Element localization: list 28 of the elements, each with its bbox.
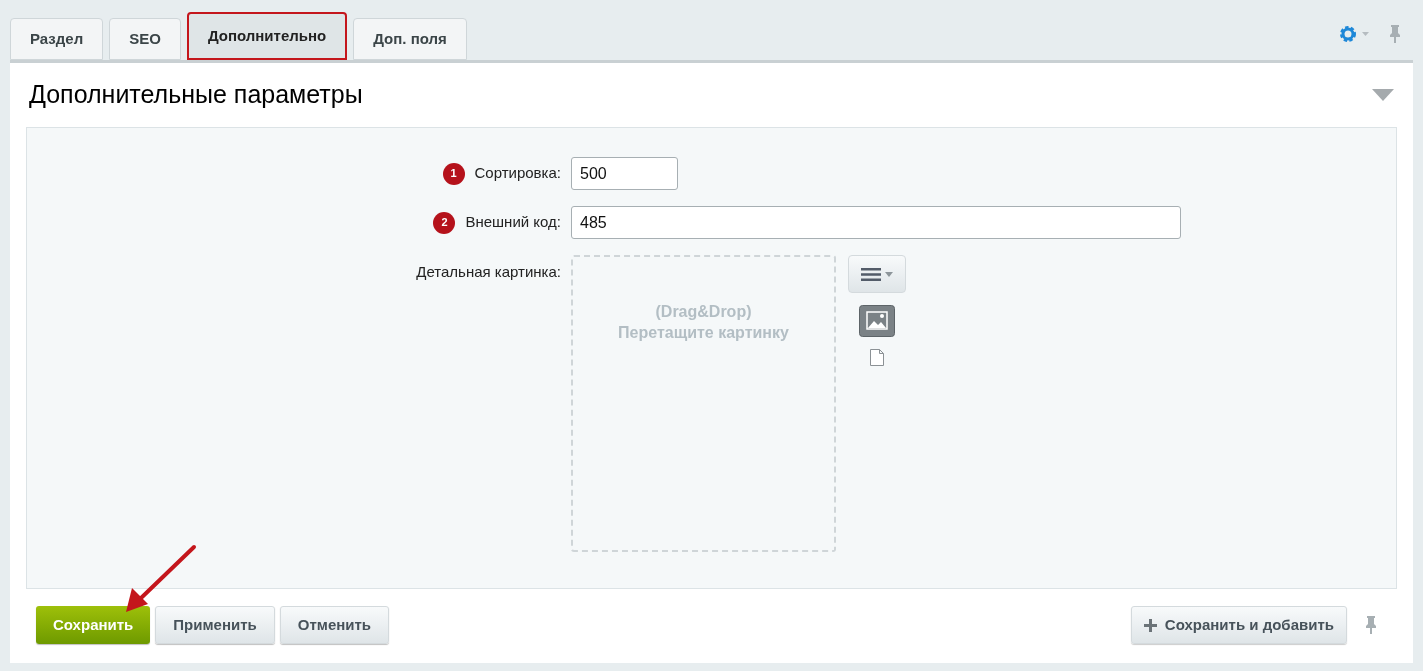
tab[interactable]: Доп. поля	[353, 18, 467, 60]
drop-hint: (Drag&Drop)	[655, 302, 752, 322]
file-icon[interactable]	[870, 349, 884, 366]
pin-icon[interactable]	[1389, 24, 1401, 44]
drop-text: Перетащите картинку	[618, 323, 789, 343]
plus-icon	[1143, 618, 1157, 632]
caret-icon[interactable]	[1362, 32, 1369, 36]
collapse-icon[interactable]	[1372, 89, 1394, 101]
action-button[interactable]: Отменить	[279, 606, 390, 644]
pin-icon[interactable]	[1365, 615, 1377, 635]
tab[interactable]: SEO	[109, 18, 181, 60]
menu-icon	[861, 267, 881, 281]
field-label: Внешний код:	[465, 212, 561, 233]
field-label: Сортировка:	[474, 163, 561, 184]
number-badge: 2	[433, 211, 456, 234]
section-title: Дополнительные параметры	[29, 79, 363, 111]
action-button[interactable]: Применить	[155, 606, 275, 644]
settings-icon[interactable]	[1338, 24, 1358, 44]
menu-button[interactable]	[848, 255, 906, 293]
input-field[interactable]: 500	[571, 157, 678, 190]
tab[interactable]: Дополнительно	[186, 12, 348, 60]
input-field[interactable]: 485	[571, 206, 1181, 239]
caret-icon	[885, 271, 893, 277]
tab[interactable]: Раздел	[10, 18, 104, 60]
save-and-add-button[interactable]: Сохранить и добавить	[1130, 606, 1347, 644]
image-icon[interactable]	[859, 305, 895, 337]
field-label: Детальная картинка:	[416, 262, 561, 282]
number-badge: 1	[442, 162, 465, 185]
